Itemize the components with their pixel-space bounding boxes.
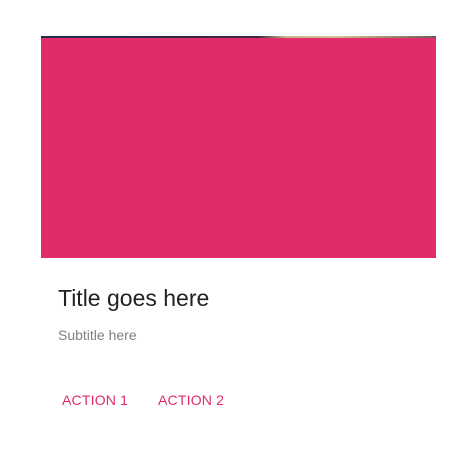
card-subtitle: Subtitle here: [58, 327, 137, 343]
action-1-button[interactable]: ACTION 1: [53, 386, 137, 414]
action-2-button[interactable]: ACTION 2: [149, 386, 233, 414]
card-title: Title goes here: [58, 285, 210, 311]
card-media-image: [41, 36, 436, 258]
card: Title goes here Subtitle here ACTION 1 A…: [41, 36, 436, 446]
media-image-edge: [41, 36, 436, 38]
